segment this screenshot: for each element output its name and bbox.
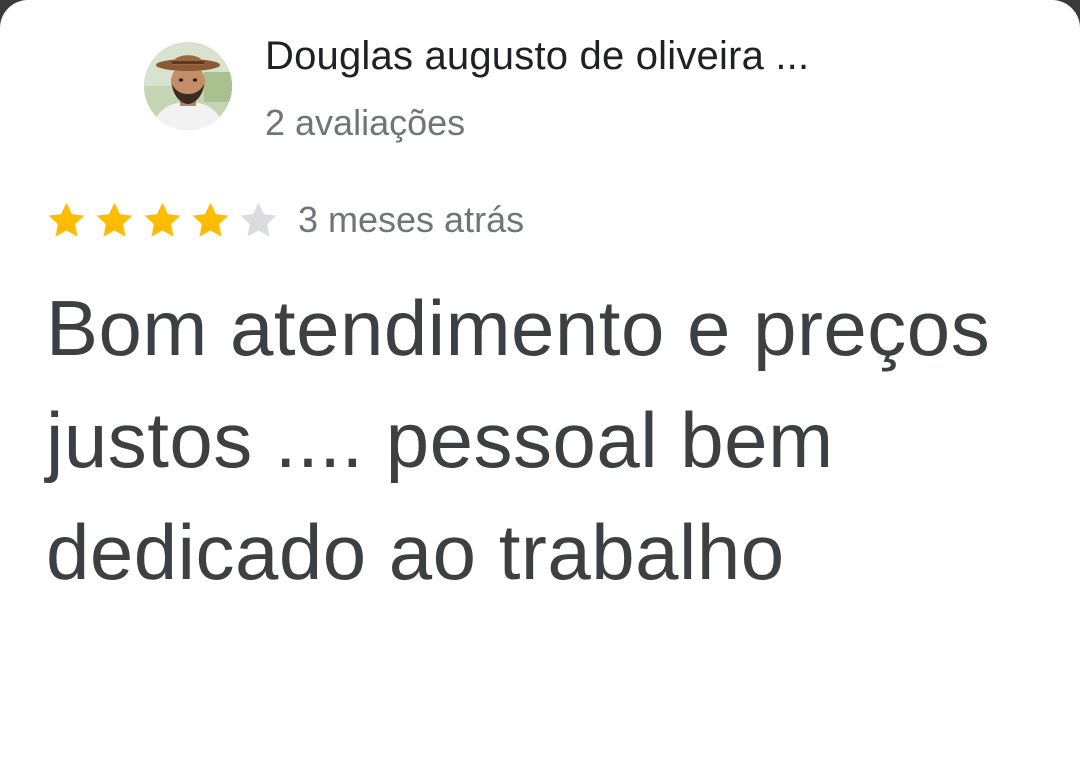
author-name[interactable]: Douglas augusto de oliveira ... xyxy=(265,34,809,79)
author-review-count: 2 avaliações xyxy=(265,102,466,143)
rating-stars xyxy=(44,198,281,244)
star-empty-icon xyxy=(240,202,277,237)
author-avatar[interactable] xyxy=(144,42,232,130)
star-filled-icon xyxy=(48,202,85,237)
star-filled-icon xyxy=(192,202,229,237)
star-filled-icon xyxy=(96,202,133,237)
star-filled-icon xyxy=(144,202,181,237)
review-text: Bom atendimento e preços justos .... pes… xyxy=(46,284,991,596)
avatar-photo-icon xyxy=(144,42,232,130)
review-date: 3 meses atrás xyxy=(298,199,525,240)
review-card: Douglas augusto de oliveira ... 2 avalia… xyxy=(0,0,1080,783)
